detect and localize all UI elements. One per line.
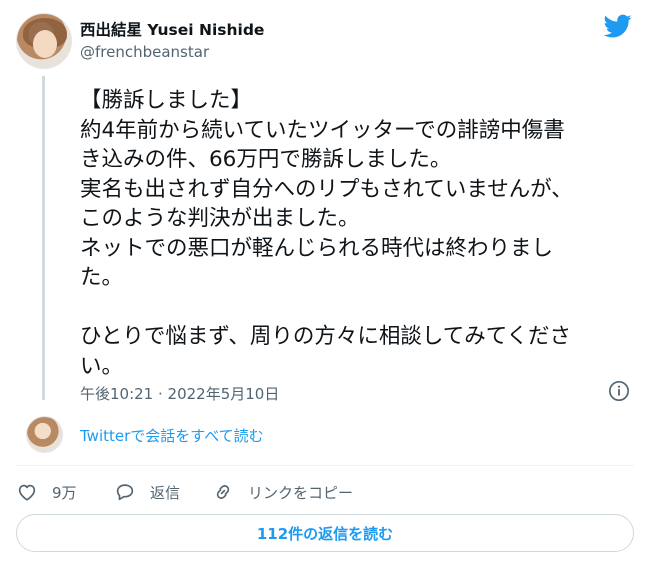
reply-bubble-icon bbox=[116, 484, 134, 501]
action-bar: 9万 返信 リンクをコピー bbox=[16, 478, 636, 506]
conversation-avatar[interactable] bbox=[26, 416, 63, 453]
divider bbox=[16, 465, 634, 466]
avatar[interactable] bbox=[16, 13, 72, 69]
tweet-line: 約4年前から続いていたツイッターでの誹謗中傷書 bbox=[80, 117, 565, 143]
tweet-line: き込みの件、66万円で勝訴しました。 bbox=[80, 147, 452, 172]
copy-link-button[interactable]: リンクをコピー bbox=[212, 478, 353, 506]
reply-button[interactable]: 返信 bbox=[114, 478, 180, 506]
copy-link-label: リンクをコピー bbox=[248, 483, 354, 502]
embedded-tweet-card: 西出結星 Yusei Nishide @frenchbeanstar 【勝訴しま… bbox=[0, 0, 650, 571]
tweet-line: 【勝訴しました】 bbox=[80, 88, 253, 113]
like-button[interactable]: 9万 bbox=[16, 478, 77, 506]
like-count: 9万 bbox=[52, 483, 77, 502]
tweet-line: ネットでの悪口が軽んじられる時代は終わりまし bbox=[80, 235, 554, 261]
avatar-face bbox=[33, 30, 57, 58]
info-icon[interactable] bbox=[608, 380, 630, 402]
twitter-logo-icon[interactable] bbox=[602, 12, 634, 40]
reply-label: 返信 bbox=[150, 483, 181, 502]
heart-icon bbox=[18, 484, 36, 501]
tweet-line: このような判決が出ました。 bbox=[80, 206, 360, 231]
tweet-timestamp[interactable]: 午後10:21 · 2022年5月10日 bbox=[80, 383, 279, 404]
read-replies-button[interactable]: 112件の返信を読む bbox=[16, 514, 634, 552]
user-handle[interactable]: @frenchbeanstar bbox=[80, 43, 209, 61]
tweet-line: 実名も出されず自分へのリプもされていませんが、 bbox=[80, 176, 573, 202]
read-conversation-link[interactable]: Twitterで会話をすべて読む bbox=[80, 425, 264, 446]
link-icon bbox=[216, 485, 230, 499]
display-name[interactable]: 西出結星 Yusei Nishide bbox=[80, 18, 264, 40]
tweet-line: い。 bbox=[80, 353, 124, 379]
thread-line bbox=[42, 76, 45, 400]
tweet-line: た。 bbox=[80, 265, 124, 290]
tweet-line: ひとりで悩まず、周りの方々に相談してみてくださ bbox=[80, 324, 572, 349]
tweet-text: 【勝訴しました】 約4年前から続いていたツイッターでの誹謗中傷書 き込みの件、6… bbox=[80, 86, 640, 381]
